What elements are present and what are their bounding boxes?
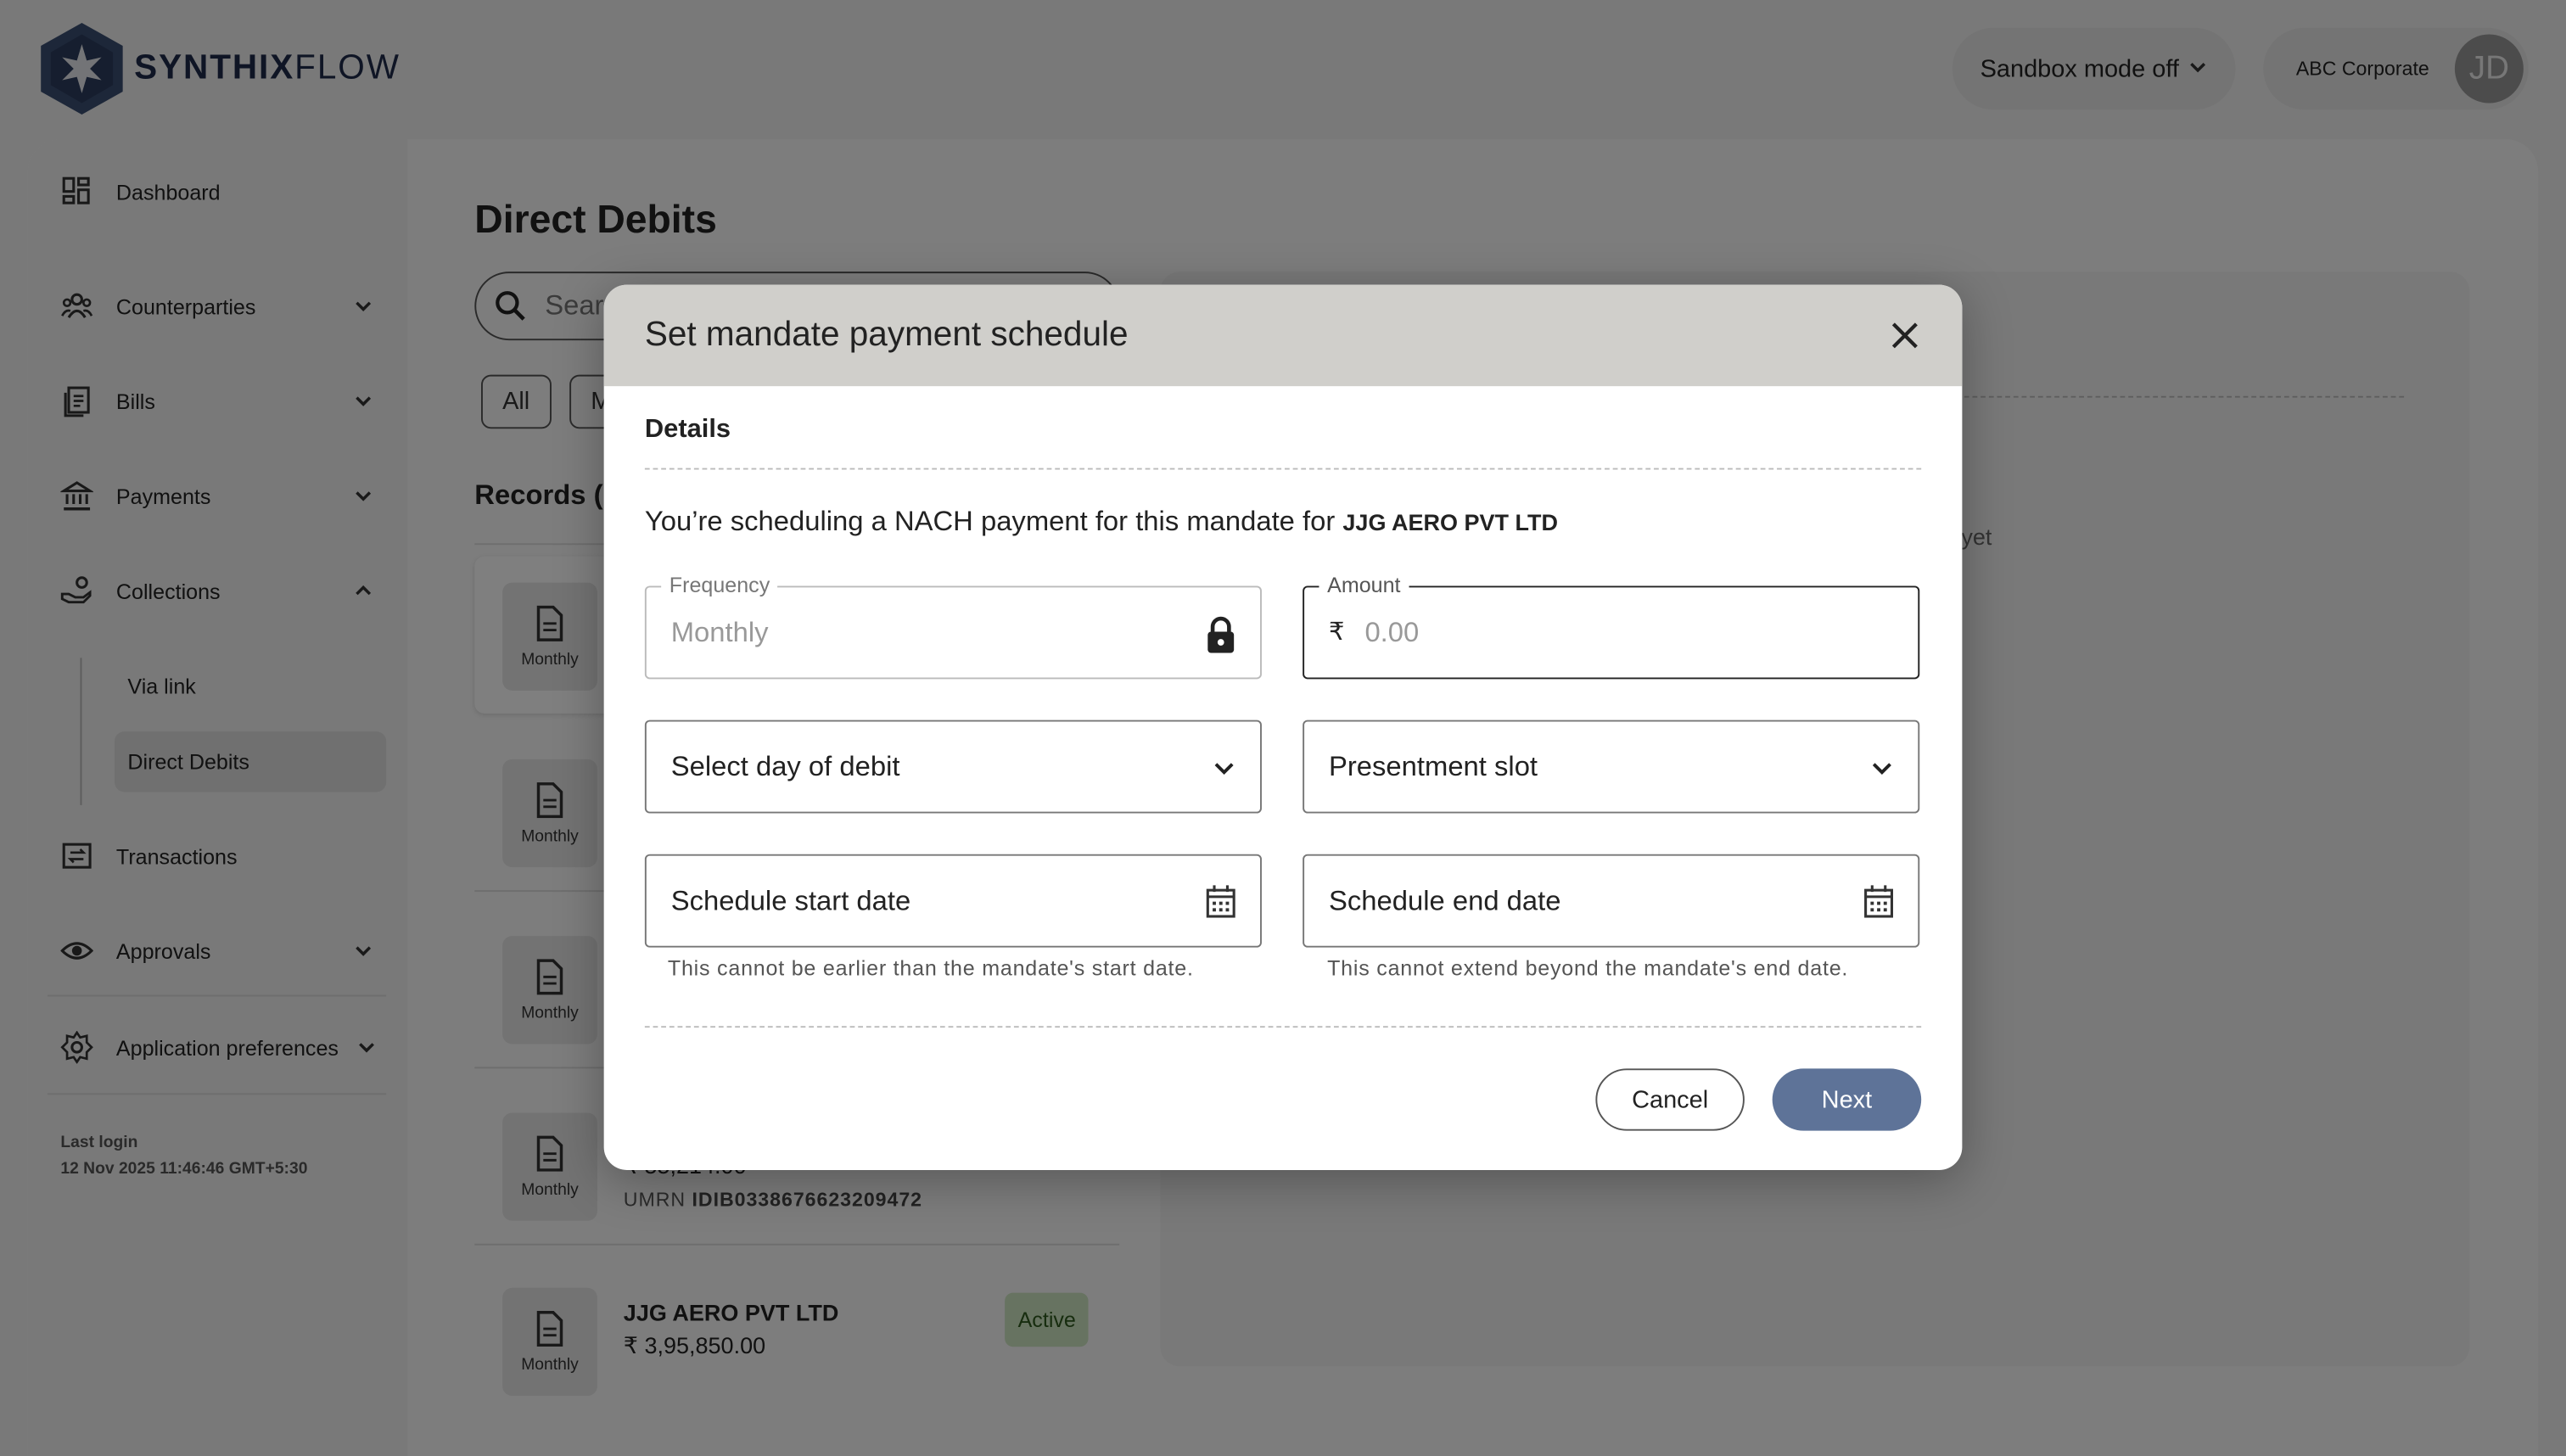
description-text: You’re scheduling a NACH payment for thi…	[644, 505, 1336, 537]
start-date-placeholder: Schedule start date	[670, 885, 911, 917]
presentment-slot-select[interactable]: Presentment slot	[1303, 720, 1920, 814]
app-root: SYNTHIXFLOW Sandbox mode off ABC Corpora…	[0, 0, 2566, 1456]
currency-symbol: ₹	[1329, 619, 1345, 647]
amount-field[interactable]: Amount ₹ 0.00	[1303, 573, 1920, 680]
modal-title: Set mandate payment schedule	[644, 316, 1129, 354]
end-date-placeholder: Schedule end date	[1329, 885, 1561, 917]
payment-schedule-modal: Set mandate payment schedule Details You…	[603, 284, 1963, 1170]
amount-label: Amount	[1319, 573, 1409, 597]
chevron-down-icon	[1872, 763, 1891, 776]
day-of-debit-select[interactable]: Select day of debit	[644, 720, 1262, 814]
amount-input[interactable]: 0.00	[1364, 617, 1419, 650]
calendar-icon[interactable]	[1204, 883, 1237, 919]
frequency-value: Monthly	[670, 617, 769, 648]
schedule-start-date-field[interactable]: Schedule start date	[644, 854, 1262, 948]
cancel-button[interactable]: Cancel	[1595, 1068, 1745, 1131]
close-icon[interactable]	[1887, 317, 1923, 353]
day-of-debit-placeholder: Select day of debit	[670, 751, 900, 782]
end-date-hint: This cannot extend beyond the mandate's …	[1327, 955, 1849, 981]
next-button[interactable]: Next	[1772, 1068, 1922, 1131]
presentment-slot-placeholder: Presentment slot	[1329, 751, 1538, 782]
modal-header: Set mandate payment schedule	[603, 284, 1963, 387]
frequency-field: Frequency Monthly	[644, 573, 1262, 680]
schedule-description: You’re scheduling a NACH payment for thi…	[645, 506, 1558, 539]
schedule-end-date-field[interactable]: Schedule end date	[1303, 854, 1920, 948]
footer-divider	[644, 1026, 1922, 1028]
section-divider	[644, 468, 1922, 470]
calendar-icon[interactable]	[1863, 883, 1896, 919]
start-date-hint: This cannot be earlier than the mandate'…	[667, 955, 1194, 981]
chevron-down-icon	[1214, 763, 1234, 776]
frequency-label: Frequency	[661, 573, 778, 597]
counterparty-name: JJG AERO PVT LTD	[1342, 508, 1558, 535]
section-heading: Details	[644, 415, 731, 444]
lock-icon	[1207, 616, 1235, 653]
